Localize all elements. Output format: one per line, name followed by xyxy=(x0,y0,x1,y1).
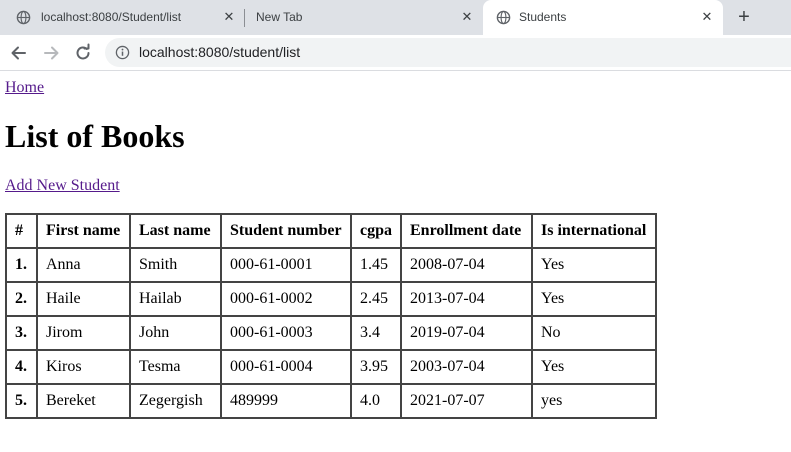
column-header: # xyxy=(5,213,38,249)
plus-icon[interactable]: + xyxy=(733,7,755,28)
first-name-cell: Haile xyxy=(36,281,131,317)
close-icon[interactable]: ✕ xyxy=(221,9,237,25)
tab-student-list[interactable]: localhost:8080/Student/list ✕ xyxy=(0,0,243,35)
is-international-cell: Yes xyxy=(531,349,657,385)
tab-strip: localhost:8080/Student/list ✕ New Tab ✕ … xyxy=(0,0,791,35)
page-title: List of Books xyxy=(5,118,185,154)
column-header: Student number xyxy=(220,213,352,249)
last-name-cell: Smith xyxy=(129,247,222,283)
table-header-row: # First name Last name Student number cg… xyxy=(5,213,657,249)
first-name-cell: Anna xyxy=(36,247,131,283)
enrollment-date-cell: 2021-07-07 xyxy=(400,383,533,419)
last-name-cell: Zegergish xyxy=(129,383,222,419)
browser-toolbar: localhost:8080/student/list xyxy=(0,35,791,71)
tab-students[interactable]: Students ✕ xyxy=(483,0,723,35)
cgpa-cell: 3.95 xyxy=(350,349,402,385)
url-text[interactable]: localhost:8080/student/list xyxy=(139,44,300,60)
info-icon[interactable] xyxy=(115,45,130,60)
is-international-cell: Yes xyxy=(531,247,657,283)
table-row: 2. Haile Hailab 000-61-0002 2.45 2013-07… xyxy=(5,281,657,317)
tab-title: Students xyxy=(519,10,567,24)
row-index: 5. xyxy=(5,383,38,419)
last-name-cell: Hailab xyxy=(129,281,222,317)
add-new-student-link[interactable]: Add New Student xyxy=(5,177,120,195)
page-content: Home List of Books Add New Student # Fir… xyxy=(0,71,791,452)
column-header: First name xyxy=(36,213,131,249)
row-index: 3. xyxy=(5,315,38,351)
row-index: 1. xyxy=(5,247,38,283)
globe-icon xyxy=(496,10,511,25)
last-name-cell: John xyxy=(129,315,222,351)
close-icon[interactable]: ✕ xyxy=(459,9,475,25)
tab-new-tab[interactable]: New Tab ✕ xyxy=(244,0,484,35)
forward-arrow-icon[interactable] xyxy=(41,43,61,63)
table-row: 3. Jirom John 000-61-0003 3.4 2019-07-04… xyxy=(5,315,657,351)
address-bar[interactable]: localhost:8080/student/list xyxy=(105,38,791,67)
is-international-cell: No xyxy=(531,315,657,351)
first-name-cell: Bereket xyxy=(36,383,131,419)
table-row: 5. Bereket Zegergish 489999 4.0 2021-07-… xyxy=(5,383,657,419)
cgpa-cell: 2.45 xyxy=(350,281,402,317)
is-international-cell: yes xyxy=(531,383,657,419)
first-name-cell: Kiros xyxy=(36,349,131,385)
home-link[interactable]: Home xyxy=(5,79,44,97)
cgpa-cell: 3.4 xyxy=(350,315,402,351)
is-international-cell: Yes xyxy=(531,281,657,317)
close-icon[interactable]: ✕ xyxy=(699,9,715,25)
column-header: Enrollment date xyxy=(400,213,533,249)
student-number-cell: 000-61-0003 xyxy=(220,315,352,351)
row-index: 2. xyxy=(5,281,38,317)
enrollment-date-cell: 2013-07-04 xyxy=(400,281,533,317)
student-number-cell: 000-61-0002 xyxy=(220,281,352,317)
tab-title: localhost:8080/Student/list xyxy=(41,10,182,24)
students-table: # First name Last name Student number cg… xyxy=(5,213,657,419)
reload-icon[interactable] xyxy=(73,43,93,63)
enrollment-date-cell: 2019-07-04 xyxy=(400,315,533,351)
student-number-cell: 000-61-0001 xyxy=(220,247,352,283)
column-header: cgpa xyxy=(350,213,402,249)
enrollment-date-cell: 2008-07-04 xyxy=(400,247,533,283)
student-number-cell: 000-61-0004 xyxy=(220,349,352,385)
column-header: Last name xyxy=(129,213,222,249)
table-row: 4. Kiros Tesma 000-61-0004 3.95 2003-07-… xyxy=(5,349,657,385)
cgpa-cell: 1.45 xyxy=(350,247,402,283)
column-header: Is international xyxy=(531,213,657,249)
enrollment-date-cell: 2003-07-04 xyxy=(400,349,533,385)
globe-icon xyxy=(16,10,31,25)
last-name-cell: Tesma xyxy=(129,349,222,385)
student-number-cell: 489999 xyxy=(220,383,352,419)
cgpa-cell: 4.0 xyxy=(350,383,402,419)
back-arrow-icon[interactable] xyxy=(9,43,29,63)
row-index: 4. xyxy=(5,349,38,385)
table-row: 1. Anna Smith 000-61-0001 1.45 2008-07-0… xyxy=(5,247,657,283)
first-name-cell: Jirom xyxy=(36,315,131,351)
tab-title: New Tab xyxy=(256,10,303,24)
